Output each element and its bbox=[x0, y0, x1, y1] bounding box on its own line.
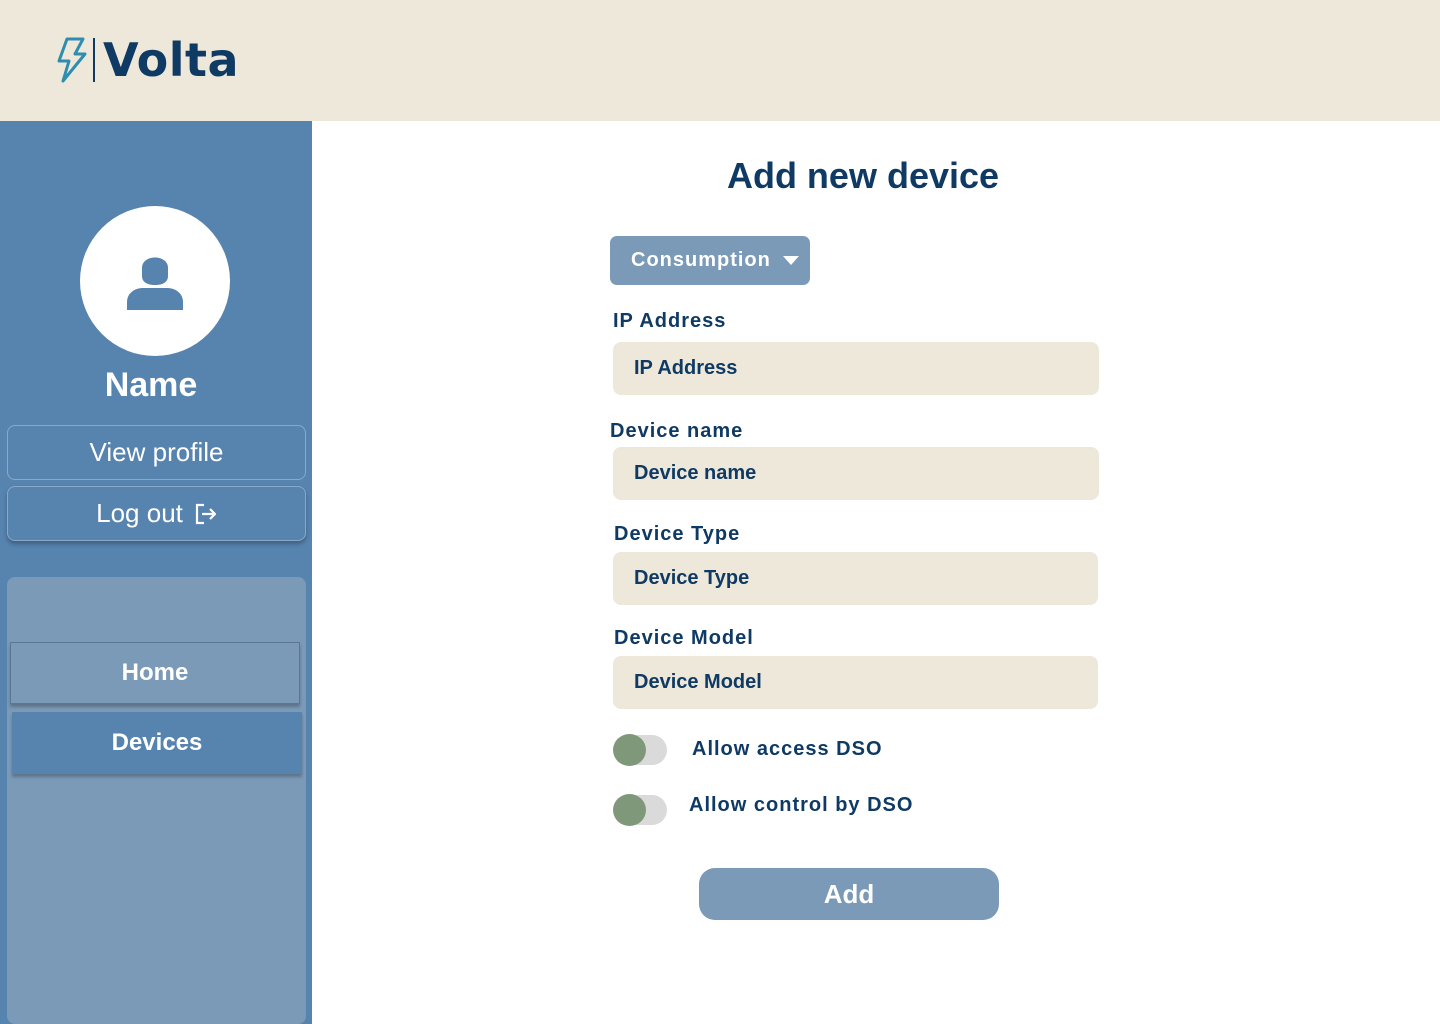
logout-button[interactable]: Log out bbox=[7, 486, 306, 541]
nav-item-home-label: Home bbox=[121, 659, 189, 686]
nav-item-home[interactable]: Home bbox=[10, 642, 300, 704]
lightning-bolt-icon bbox=[57, 37, 87, 83]
device-category-value: Consumption bbox=[631, 249, 771, 271]
device-model-label: Device Model bbox=[614, 627, 754, 649]
nav-panel: Home Devices bbox=[7, 577, 306, 1024]
device-model-input[interactable] bbox=[613, 656, 1098, 709]
logo[interactable]: Volta bbox=[54, 36, 239, 84]
caret-down-icon bbox=[782, 255, 799, 265]
main-content: Add new device Consumption IP Address De… bbox=[312, 121, 1440, 1024]
sidebar: Name View profile Log out Home Devices bbox=[0, 121, 312, 1024]
view-profile-button[interactable]: View profile bbox=[7, 425, 306, 480]
logout-label: Log out bbox=[96, 498, 183, 528]
device-name-label: Device name bbox=[610, 420, 744, 442]
allow-control-dso-toggle[interactable] bbox=[613, 794, 667, 826]
nav-item-devices-label: Devices bbox=[111, 729, 203, 756]
logout-icon bbox=[195, 503, 216, 524]
user-icon bbox=[127, 257, 183, 310]
logo-divider bbox=[93, 38, 95, 82]
toggle-knob bbox=[613, 734, 646, 766]
view-profile-label: View profile bbox=[89, 437, 224, 467]
device-type-label: Device Type bbox=[614, 523, 741, 545]
allow-access-dso-label: Allow access DSO bbox=[692, 738, 883, 760]
device-name-input[interactable] bbox=[613, 447, 1099, 500]
toggle-knob bbox=[613, 794, 646, 826]
add-button-label: Add bbox=[823, 878, 875, 909]
device-category-dropdown[interactable]: Consumption bbox=[610, 236, 810, 285]
ip-address-label: IP Address bbox=[613, 310, 727, 332]
nav-item-devices[interactable]: Devices bbox=[12, 712, 302, 774]
page-title: Add new device bbox=[726, 155, 1000, 196]
allow-access-dso-toggle[interactable] bbox=[613, 734, 667, 766]
ip-address-input[interactable] bbox=[613, 342, 1099, 395]
user-name: Name bbox=[104, 366, 198, 404]
device-type-input[interactable] bbox=[613, 552, 1098, 605]
add-button[interactable]: Add bbox=[699, 868, 999, 920]
allow-control-dso-label: Allow control by DSO bbox=[689, 794, 914, 816]
logo-text: Volta bbox=[103, 33, 239, 87]
top-bar: Volta bbox=[0, 0, 1440, 121]
avatar bbox=[80, 206, 230, 356]
